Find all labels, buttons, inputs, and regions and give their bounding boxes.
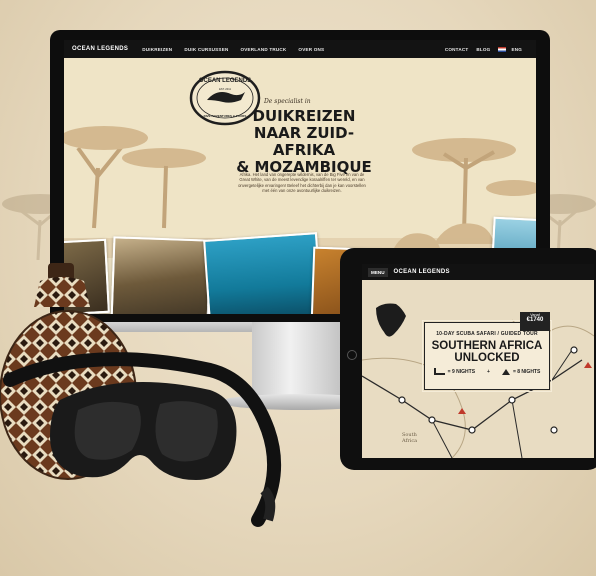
nav-item-overland-truck[interactable]: OVERLAND TRUCK	[240, 47, 286, 52]
flag-icon[interactable]	[498, 46, 507, 52]
dive-mask-image	[3, 352, 282, 527]
logo-text: OCEAN LEGENDS	[199, 78, 251, 84]
language-switch[interactable]: ENG	[511, 47, 522, 52]
tour-card[interactable]: 10-DAY SCUBA SAFARI / GUIDED TOUR SOUTHE…	[422, 320, 552, 392]
nav-right-group: CONTACT BLOG ENG	[445, 46, 530, 52]
tour-title: SOUTHERN AFRICA UNLOCKED	[425, 340, 549, 364]
top-navigation: OCEAN LEGENDS DUIKREIZEN DUIK CURSUSSEN …	[64, 40, 536, 58]
bed-icon	[433, 368, 445, 375]
nights-hotel: = 9 NIGHTS	[447, 368, 476, 375]
tour-title-line-1: SOUTHERN AFRICA	[431, 340, 543, 352]
africa-map-icon	[376, 303, 406, 337]
nights-camping: = 8 NIGHTS	[512, 368, 541, 375]
nav-item-duikreizen[interactable]: DUIKREIZEN	[142, 47, 172, 52]
photo-whale-shark[interactable]	[203, 232, 323, 314]
tent-icon	[501, 368, 510, 375]
price-badge: Vanaf €1740	[520, 312, 550, 331]
nav-item-duik-cursussen[interactable]: DUIK CURSUSSEN	[184, 47, 228, 52]
tour-subtitle: 10-DAY SCUBA SAFARI / GUIDED TOUR	[436, 331, 538, 337]
hero-body-text: Afrika. Het land van ongerepte wildernis…	[238, 172, 366, 194]
nav-item-contact[interactable]: CONTACT	[445, 47, 469, 52]
map-label-line-2: Africa	[402, 438, 418, 444]
nights-row: = 9 NIGHTS + = 8 NIGHTS	[425, 368, 549, 375]
menu-button[interactable]: MENU	[368, 267, 388, 277]
map-label-south-africa: South Africa	[402, 432, 417, 444]
logo-est: EST. 2011	[219, 87, 231, 91]
nav-item-blog[interactable]: BLOG	[476, 47, 490, 52]
nights-plus: +	[487, 368, 490, 375]
tablet-screen: MENU OCEAN LEGENDS South Africa 10-DAY S…	[362, 264, 594, 458]
tablet-top-navigation: MENU OCEAN LEGENDS	[362, 264, 594, 280]
hero-tagline: De specialist in	[264, 98, 311, 105]
tablet-brand[interactable]: OCEAN LEGENDS	[394, 269, 450, 275]
price-value: €1740	[526, 317, 544, 323]
tablet-home-button[interactable]	[347, 350, 357, 360]
tablet-device: MENU OCEAN LEGENDS South Africa 10-DAY S…	[340, 248, 596, 470]
headline-line-1: DUIKREIZEN	[252, 107, 356, 125]
nav-item-over-ons[interactable]: OVER ONS	[298, 47, 324, 52]
headline-line-2: NAAR ZUID-AFRIKA	[253, 124, 355, 159]
hero-headline: DUIKREIZEN NAAR ZUID-AFRIKA & MOZAMBIQUE	[224, 108, 384, 176]
tour-title-line-2: UNLOCKED	[454, 352, 520, 364]
site-brand[interactable]: OCEAN LEGENDS	[72, 46, 128, 52]
